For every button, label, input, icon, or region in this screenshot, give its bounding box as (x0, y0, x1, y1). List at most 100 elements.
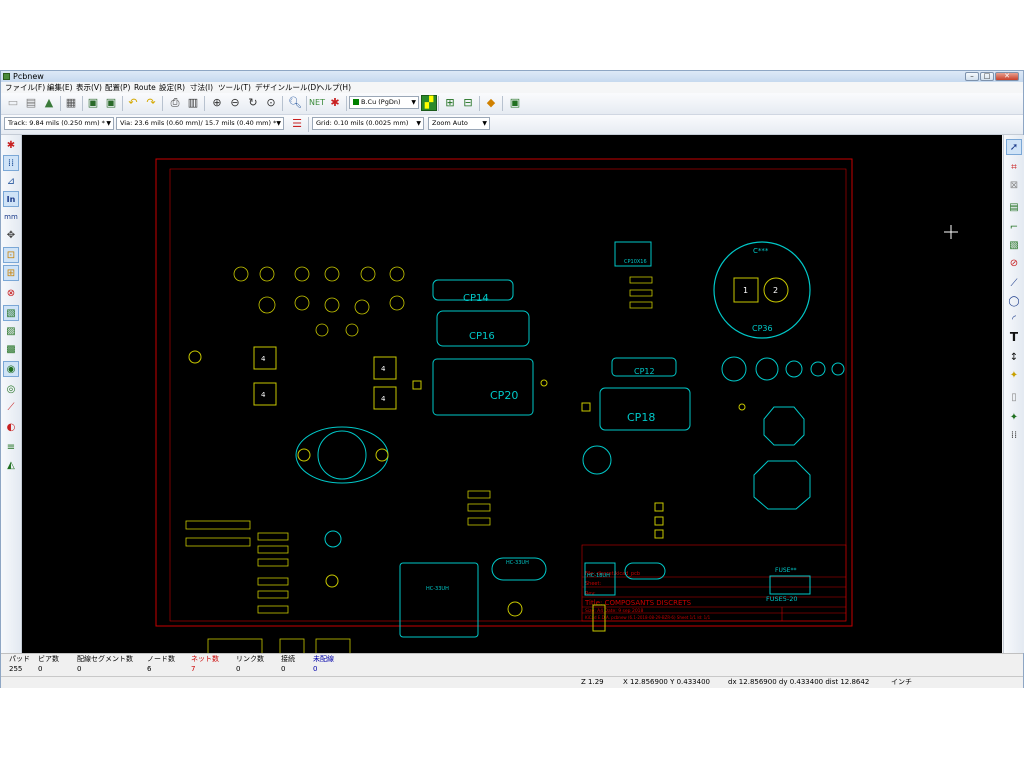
autoplace-icon[interactable]: ◆ (483, 95, 499, 111)
status-delta: dx 12.856900 dy 0.433400 dist 12.8642 (728, 678, 870, 686)
highlight-net-icon[interactable]: ⌗ (1006, 159, 1022, 175)
menu-dimensions[interactable]: 寸法(I) (190, 82, 213, 93)
auto-delete-track-icon[interactable]: ⊗ (3, 285, 19, 301)
menu-file[interactable]: ファイル(F) (5, 82, 45, 93)
grid-select[interactable]: Grid: 0.10 mils (0.0025 mm) ▼ (312, 117, 424, 130)
keepout-area-icon[interactable]: ⊘ (1006, 255, 1022, 271)
zoom-select[interactable]: Zoom Auto ▼ (428, 117, 490, 130)
cursor-shape-icon[interactable]: ✥ (3, 227, 19, 243)
fuse-label: FUSE5-20 (766, 595, 797, 603)
track-sketch-icon[interactable]: ⟋ (3, 399, 19, 415)
find-icon[interactable]: 🔍︎ (287, 95, 303, 111)
units-mm-toggle[interactable]: mm (3, 209, 19, 225)
delete-icon[interactable]: ▯ (1006, 389, 1022, 405)
grid-origin-icon[interactable]: ⁞⁞ (1006, 427, 1022, 443)
crosshair-cursor (944, 225, 958, 239)
drc-off-icon[interactable]: ✱ (3, 137, 19, 153)
menu-view[interactable]: 表示(V) (76, 82, 102, 93)
layer-select-value: B.Cu (PgDn) (361, 98, 401, 106)
via-sketch-icon[interactable]: ◎ (3, 381, 19, 397)
menu-edit[interactable]: 編集(E) (47, 82, 73, 93)
layer-pair-icon[interactable]: ▞ (421, 95, 437, 111)
draw-line-icon[interactable]: ⟋ (1006, 275, 1022, 291)
main-toolbar: ▭ ▤ ▲ ▦ ▣ ▣ ↶ ↷ ⎙ ▥ ⊕ ⊖ ↻ ⊙ 🔍︎ NET ✱ B.C… (1, 93, 1023, 115)
show-ratsnest-toggle-icon[interactable]: ⊡ (3, 247, 19, 263)
via-size-select[interactable]: Via: 23.6 mils (0.60 mm)/ 15.7 mils (0.4… (116, 117, 284, 130)
menu-preferences[interactable]: 設定(R) (159, 82, 185, 93)
layer-alignment-target-icon[interactable]: ✦ (1006, 367, 1022, 383)
module-editor-icon[interactable]: ▣ (85, 95, 101, 111)
pad-group (188, 350, 746, 632)
msg-nodes-value: 6 (147, 665, 152, 673)
module-ratsnest-icon[interactable]: ⊞ (3, 265, 19, 281)
redo-icon[interactable]: ↷ (143, 95, 159, 111)
menu-tools[interactable]: ツール(T) (218, 82, 251, 93)
zoom-redraw-icon[interactable]: ↻ (245, 95, 261, 111)
page-settings-icon[interactable]: ▦ (63, 95, 79, 111)
scripting-console-icon[interactable]: ▣ (507, 95, 523, 111)
draw-arc-icon[interactable]: ◜ (1006, 311, 1022, 327)
zone-sketch-icon[interactable]: ▩ (3, 341, 19, 357)
add-text-icon[interactable]: T (1006, 329, 1022, 345)
pad-sketch-icon[interactable]: ◉ (3, 361, 19, 377)
high-contrast-icon[interactable]: ◐ (3, 419, 19, 435)
menu-design-rules[interactable]: デザインルール(D) (255, 82, 319, 93)
cp36-pad-2-label: 2 (773, 286, 778, 295)
add-zone-icon[interactable]: ▧ (1006, 237, 1022, 253)
cp14-label: CP14 (463, 293, 489, 304)
undo-icon[interactable]: ↶ (125, 95, 141, 111)
show-ratsnest-icon[interactable]: ⊞ (442, 95, 458, 111)
layer-select[interactable]: B.Cu (PgDn) ▼ (349, 96, 419, 109)
draw-circle-icon[interactable]: ◯ (1006, 293, 1022, 309)
module-viewer-icon[interactable]: ▣ (103, 95, 119, 111)
msg-links-value: 0 (236, 665, 241, 673)
msg-links-label: リンク数 (236, 655, 264, 663)
select-arrow-icon[interactable]: ➚ (1006, 139, 1022, 155)
route-track-icon[interactable]: ⌐ (1006, 219, 1022, 235)
track-width-select[interactable]: Track: 9.84 mils (0.250 mm) * ▼ (4, 117, 114, 130)
save-board-icon[interactable]: ▲ (41, 95, 57, 111)
grid-toggle-icon[interactable]: ⁞⁞ (3, 155, 19, 171)
msg-unrouted-label: 未配線 (313, 655, 334, 663)
msg-pads-value: 255 (9, 665, 23, 673)
pcb-canvas[interactable]: File: discret.kicad_pcb Sheet: Rev: Titl… (22, 135, 1002, 653)
zoom-fit-icon[interactable]: ⊙ (263, 95, 279, 111)
print-icon[interactable]: ⎙ (167, 95, 183, 111)
add-dimension-icon[interactable]: ↕ (1006, 349, 1022, 365)
zone-outline-icon[interactable]: ▨ (3, 323, 19, 339)
add-footprint-icon[interactable]: ▤ (1006, 199, 1022, 215)
zoom-in-icon[interactable]: ⊕ (209, 95, 225, 111)
open-board-icon[interactable]: ▤ (23, 95, 39, 111)
menu-bar: ファイル(F) 編集(E) 表示(V) 配置(P) Route 設定(R) 寸法… (1, 82, 1023, 93)
msg-segments-value: 0 (77, 665, 82, 673)
cp10x16-label: CP10X16 (624, 259, 647, 265)
cp36-ref: C*** (753, 247, 769, 255)
menu-help[interactable]: ヘルプ(H) (317, 82, 351, 93)
message-panel: パッド 255 ビア数 0 配線セグメント数 0 ノード数 6 ネット数 7 リ… (1, 653, 1023, 676)
zoom-out-icon[interactable]: ⊖ (227, 95, 243, 111)
plot-icon[interactable]: ▥ (185, 95, 201, 111)
close-button[interactable]: ✕ (995, 72, 1019, 81)
netlist-icon[interactable]: NET (309, 95, 325, 111)
chevron-down-icon: ▼ (411, 99, 416, 106)
maximize-button[interactable]: □ (980, 72, 994, 81)
minimize-button[interactable]: – (965, 72, 979, 81)
drc-icon[interactable]: ✱ (327, 95, 343, 111)
title-block-rev: Rev: (585, 591, 596, 597)
grid-value: Grid: 0.10 mils (0.0025 mm) (316, 119, 409, 127)
new-board-icon[interactable]: ▭ (5, 95, 21, 111)
zone-fill-icon[interactable]: ▧ (3, 305, 19, 321)
title-block-kicad: KiCad E.D.A. pcbnew (6.1-2018-08-29-BZR-… (585, 615, 711, 620)
microwave-toolbar-icon[interactable]: ◭ (3, 457, 19, 473)
auto-track-width-icon[interactable]: ☰ (289, 116, 305, 132)
menu-route[interactable]: Route (134, 82, 156, 93)
polar-coords-icon[interactable]: ⊿ (3, 173, 19, 189)
cp20-label: CP20 (490, 389, 518, 402)
set-origin-icon[interactable]: ✦ (1006, 409, 1022, 425)
ratsnest-local-icon[interactable]: ⊟ (460, 95, 476, 111)
msg-nets-label: ネット数 (191, 655, 219, 663)
local-ratsnest-icon[interactable]: ⊠ (1006, 177, 1022, 193)
menu-place[interactable]: 配置(P) (105, 82, 130, 93)
units-inch-toggle[interactable]: In (3, 191, 19, 207)
layers-manager-icon[interactable]: ≡ (3, 439, 19, 455)
